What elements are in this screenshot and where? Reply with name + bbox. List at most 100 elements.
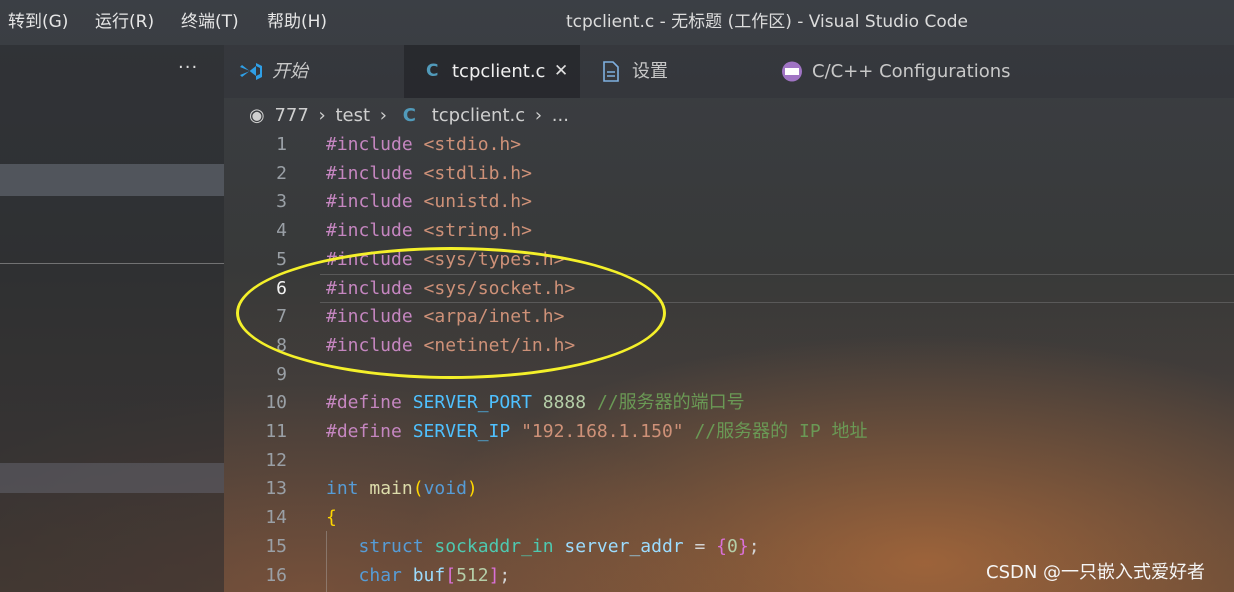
line-number: 15 [265, 535, 287, 557]
code-line[interactable]: 5 #include <sys/types.h> [224, 246, 1234, 275]
breadcrumb-subfolder[interactable]: test [335, 105, 370, 126]
code-line[interactable]: 9 [224, 361, 1234, 390]
sidebar-divider [0, 263, 224, 264]
tab-label: tcpclient.c [452, 61, 546, 82]
line-number: 11 [265, 421, 287, 442]
breadcrumb-separator: › [318, 105, 326, 126]
tab-cpp-config[interactable]: C/C++ Configurations [764, 45, 1044, 98]
code-token: ; [748, 535, 760, 557]
sidebar-hover-item[interactable] [0, 463, 224, 493]
code-token: ; [499, 564, 511, 586]
breadcrumb-separator: › [379, 105, 387, 126]
line-number: 3 [276, 191, 287, 213]
breadcrumb-more[interactable]: ... [552, 105, 569, 126]
code-token: SERVER_PORT [412, 392, 543, 414]
code-text: struct sockaddr_in server_addr = {0}; [326, 533, 760, 562]
code-line[interactable]: 4 #include <string.h> [224, 217, 1234, 246]
code-line[interactable]: 8 #include <netinet/in.h> [224, 332, 1234, 361]
code-text: char buf[512]; [326, 562, 511, 591]
code-line[interactable]: 2 #include <stdlib.h> [224, 160, 1234, 189]
code-token: //服务器的端口号 [596, 392, 745, 414]
code-token: #define [326, 392, 413, 414]
tab-welcome[interactable]: 开始 [224, 45, 404, 98]
tab-label: 设置 [632, 61, 668, 82]
code-token: <sys/types.h> [423, 248, 565, 270]
code-token: ( [412, 478, 424, 500]
code-token: <string.h> [423, 220, 532, 242]
outline-circle-icon: ◉ [249, 105, 265, 126]
code-token: 512 [456, 564, 489, 586]
code-token: server_addr [564, 535, 695, 557]
code-line[interactable]: 12 [224, 447, 1234, 476]
file-icon [602, 45, 620, 119]
line-number: 14 [265, 507, 287, 529]
code-line[interactable]: 14 { [224, 504, 1234, 533]
code-token: #include [326, 306, 424, 328]
code-text: #include <stdio.h> [326, 131, 521, 160]
code-token: sockaddr_in [434, 535, 565, 557]
code-token: <sys/socket.h> [423, 277, 576, 299]
code-token: #include [326, 220, 424, 242]
code-token: { [326, 507, 337, 529]
tab-label: 开始 [272, 61, 308, 82]
line-number: 10 [265, 392, 287, 414]
line-number: 12 [265, 449, 287, 471]
editor-tabs: 开始 C tcpclient.c ✕ 设置 C/C++ Configuratio… [224, 45, 1234, 98]
breadcrumb-folder[interactable]: 777 [274, 105, 308, 126]
code-line[interactable]: 13 int main(void) [224, 475, 1234, 504]
title-bar: 转到(G) 运行(R) 终端(T) 帮助(H) tcpclient.c - 无标… [0, 0, 1234, 45]
code-token: <netinet/in.h> [423, 334, 576, 356]
c-file-icon: C [426, 61, 439, 81]
code-token: char [358, 564, 413, 586]
code-text: #define SERVER_PORT 8888 //服务器的端口号 [326, 389, 745, 418]
code-text: #include <sys/socket.h> [326, 275, 575, 304]
code-token: { [716, 535, 727, 557]
code-token: "192.168.1.150" [521, 421, 695, 442]
code-token: #include [326, 334, 424, 356]
line-number: 6 [276, 277, 287, 299]
code-token: 0 [727, 535, 738, 557]
line-number: 16 [265, 564, 287, 586]
code-text: int main(void) [326, 475, 478, 504]
close-icon[interactable]: ✕ [554, 45, 568, 98]
line-number: 1 [276, 134, 287, 155]
code-line[interactable]: 11 #define SERVER_IP "192.168.1.150" //服务… [224, 418, 1234, 447]
code-token: #include [326, 162, 424, 184]
breadcrumb-file[interactable]: tcpclient.c [432, 105, 525, 126]
code-line[interactable]: 10 #define SERVER_PORT 8888 //服务器的端口号 [224, 389, 1234, 418]
window-title: tcpclient.c - 无标题 (工作区) - Visual Studio … [565, 12, 969, 32]
code-text: #include <sys/types.h> [326, 246, 564, 275]
code-line[interactable]: 7 #include <arpa/inet.h> [224, 303, 1234, 332]
line-number: 7 [276, 306, 287, 328]
code-token: #include [326, 248, 424, 270]
code-token: ] [488, 564, 500, 586]
code-line[interactable]: 3 #include <unistd.h> [224, 188, 1234, 217]
code-editor[interactable]: 1 #include <stdio.h> 2 #include <stdlib.h> 3… [224, 131, 1234, 592]
tab-label: C/C++ Configurations [812, 61, 1011, 82]
code-text: #define SERVER_IP "192.168.1.150" //服务器的… [326, 418, 868, 447]
code-text: #include <arpa/inet.h> [326, 303, 564, 332]
code-token: #include [326, 134, 424, 155]
code-token: <unistd.h> [423, 191, 532, 213]
more-actions-button[interactable]: ··· [178, 57, 198, 78]
code-token: SERVER_IP [412, 421, 522, 442]
line-number: 2 [276, 162, 287, 184]
breadcrumb-separator: › [534, 105, 543, 126]
line-number: 13 [265, 478, 287, 500]
code-line[interactable]: 6 #include <sys/socket.h> [224, 275, 1234, 304]
code-token: struct [358, 535, 435, 557]
code-token: void [423, 478, 467, 500]
sidebar-selected-item[interactable] [0, 164, 224, 196]
code-text: #include <netinet/in.h> [326, 332, 575, 361]
code-token: 8888 [542, 392, 597, 414]
breadcrumb: ◉ 777 › test › C tcpclient.c › ... [249, 101, 573, 131]
code-line[interactable]: 1 #include <stdio.h> [224, 131, 1234, 160]
tab-tcpclient[interactable]: C tcpclient.c ✕ [404, 45, 580, 98]
tab-settings[interactable]: 设置 [580, 45, 764, 98]
code-token: #include [326, 191, 424, 213]
code-token: #include [326, 277, 424, 299]
code-token: = [694, 535, 717, 557]
code-token: ) [466, 478, 478, 500]
